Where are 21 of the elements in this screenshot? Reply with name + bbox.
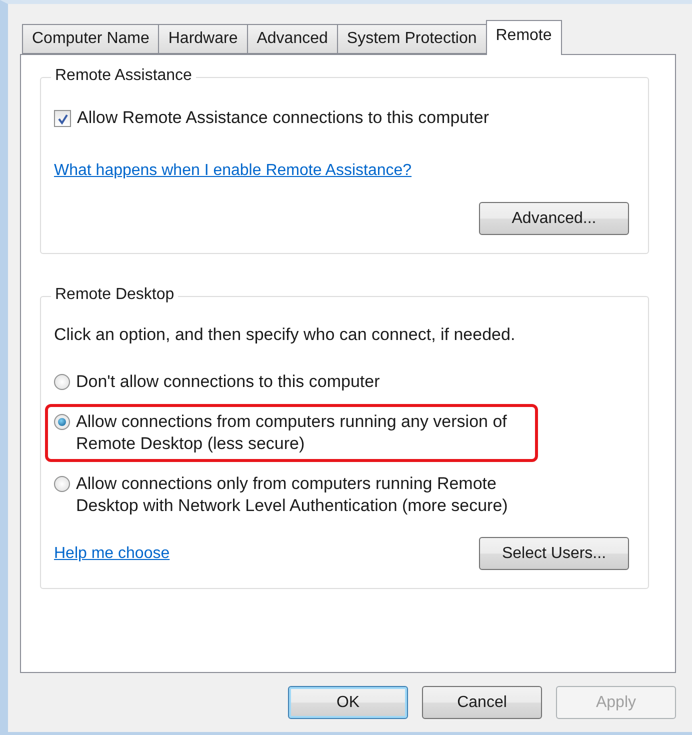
help-link[interactable]: What happens when I enable Remote Assistance? [54, 162, 412, 179]
instructions-text: Click an option, and then specify who can connect, if needed. [54, 325, 516, 345]
ok-button[interactable]: OK [288, 686, 408, 719]
tab[interactable]: Advanced [246, 24, 338, 54]
tab[interactable]: Computer Name [22, 24, 160, 54]
help-link[interactable]: Help me choose [54, 544, 170, 562]
radio-button[interactable] [54, 414, 70, 430]
checkbox[interactable] [54, 110, 71, 127]
radio-button[interactable] [54, 374, 70, 390]
select-users-button[interactable]: Select Users... [479, 537, 629, 570]
group-title: Remote Desktop [51, 286, 178, 304]
tab[interactable]: Hardware [158, 24, 248, 54]
option-label: Allow connections from computers running any version of Remote Desktop (less secure) [76, 411, 507, 455]
advanced-button[interactable]: Advanced... [479, 202, 629, 235]
cancel-button[interactable]: Cancel [422, 686, 542, 719]
option-label: Don't allow connections to this computer [76, 371, 380, 393]
tab[interactable]: Remote [486, 20, 562, 55]
checkbox-label: Allow Remote Assistance connections to this computer [77, 108, 489, 128]
option-label: Allow connections only from computers running Remote Desktop with Network Level Authentication (more secure) [76, 473, 508, 517]
radio-button[interactable] [54, 476, 70, 492]
tab[interactable]: System Protection [336, 24, 487, 54]
